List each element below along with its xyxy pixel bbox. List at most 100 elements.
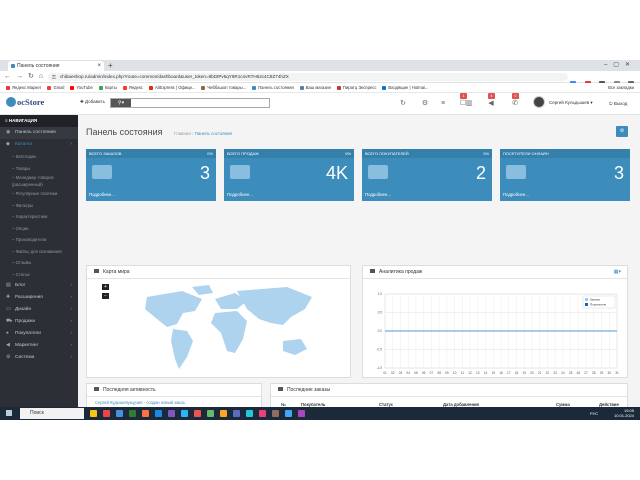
taskbar-app-icon[interactable] [129, 410, 136, 417]
sidebar-item-5[interactable]: – Регулярные платежи [0, 188, 78, 200]
tab-favicon-icon [11, 64, 15, 68]
tile-more-link[interactable]: Подробнее... [365, 192, 391, 197]
windows-start-icon[interactable] [6, 410, 12, 416]
taskbar-app-icon[interactable] [298, 410, 305, 417]
bookmark-item[interactable]: Входящие | Hotmai... [382, 83, 428, 92]
sidebar-item-8[interactable]: – Опции [0, 223, 78, 235]
taskbar-app-icon[interactable] [116, 410, 123, 417]
bookmark-item[interactable]: Ваш магазин [299, 83, 331, 92]
sidebar-item-17[interactable]: ● Покупатели › [0, 328, 78, 340]
user-menu[interactable]: Сергей Кульдышев ▾ [533, 96, 593, 108]
windows-taskbar: Поиск РУС 19:05 10.01.2024 [0, 407, 640, 420]
search-icon[interactable]: ⚲▾ [111, 99, 131, 107]
settings-button[interactable]: ⚙ [616, 126, 628, 137]
taskbar-app-icon[interactable] [90, 410, 97, 417]
list-icon[interactable]: ≡ [438, 99, 448, 109]
breadcrumb-current[interactable]: Панель состояния [195, 131, 232, 136]
bookmark-item[interactable]: Яндекс [122, 83, 143, 92]
bookmark-favicon-icon [122, 85, 127, 90]
sidebar-item-9[interactable]: – Производители [0, 234, 78, 246]
taskbar-app-icon[interactable] [181, 410, 188, 417]
africa[interactable] [211, 311, 247, 353]
sidebar-item-0[interactable]: ◉ Панель состояния [0, 127, 78, 139]
taskbar-app-icon[interactable] [272, 410, 279, 417]
system-clock[interactable]: 19:05 10.01.2024 [614, 408, 634, 418]
taskbar-app-icon[interactable] [220, 410, 227, 417]
breadcrumb-home[interactable]: Главная [174, 131, 191, 136]
x-tick-label: 08 [437, 371, 441, 375]
bookmark-item[interactable]: Пиратц Экспресс [336, 83, 376, 92]
logout-link[interactable]: ⏻ Выход [609, 101, 627, 106]
search-input[interactable]: ⚲▾ [110, 98, 270, 108]
taskbar-app-icon[interactable] [194, 410, 201, 417]
sidebar-item-3[interactable]: – Товары [0, 163, 78, 175]
taskbar-app-icon[interactable] [168, 410, 175, 417]
add-button[interactable]: ✚ Добавить [80, 99, 105, 105]
y-tick-label: -1.0 [377, 366, 383, 370]
sidebar-item-7[interactable]: – Характеристики [0, 211, 78, 223]
refresh-icon[interactable]: ↻ [398, 99, 408, 109]
store-logo[interactable]: ocStore [6, 97, 44, 107]
bookmark-item[interactable]: Панель состояния [252, 83, 294, 92]
sidebar-item-2[interactable]: – Категории [0, 151, 78, 163]
taskbar-app-icon[interactable] [246, 410, 253, 417]
taskbar-app-icon[interactable] [259, 410, 266, 417]
bookmark-item[interactable]: YouTube [70, 83, 93, 92]
stats-icon[interactable]: ▥ [464, 99, 474, 109]
sidebar-item-1[interactable]: ◆ Каталог › [0, 139, 78, 151]
taskbar-app-icon[interactable] [155, 410, 162, 417]
tile-more-link[interactable]: Подробнее... [503, 192, 529, 197]
map-panel-title: Карта мира [103, 269, 130, 275]
bookmark-item[interactable]: Яндекс Маркет [6, 83, 41, 92]
sidebar-item-18[interactable]: ◀ Маркетинг › [0, 340, 78, 352]
bookmark-item[interactable]: Карты [98, 83, 117, 92]
user-icon: ● [6, 331, 9, 336]
puzzle-icon: ✚ [6, 295, 11, 300]
sidebar-item-16[interactable]: ⛟ Продажи › [0, 316, 78, 328]
tile-title: ВСЕГО ПОКУПАТЕЛЕЙ [365, 151, 409, 156]
gear-icon: ⚙ [6, 355, 11, 360]
browser-tab[interactable]: Панель состояния × [8, 61, 104, 71]
taskbar-app-icon[interactable] [103, 410, 110, 417]
sidebar-item-4[interactable]: – Менеджер товаров (расширенный) [0, 174, 78, 188]
world-map[interactable] [87, 279, 352, 379]
taskbar-search-input[interactable]: Поиск [20, 408, 84, 419]
url-input[interactable]: ⚿ chibaeshop.ru/admin/index.php?route=co… [48, 73, 568, 81]
bookmark-item[interactable]: Чиббашоп товары... [201, 83, 246, 92]
phone-icon[interactable]: ✆ 0 [510, 93, 520, 109]
greenland[interactable] [192, 285, 213, 295]
sidebar-item-12[interactable]: – Статьи [0, 269, 78, 281]
close-tab-icon[interactable]: × [97, 61, 101, 71]
taskbar-app-icon[interactable] [142, 410, 149, 417]
gear-icon[interactable]: ⚙ [420, 99, 430, 109]
nav-buttons[interactable]: ←→↻⌂ [4, 71, 48, 83]
taskbar-app-icon[interactable] [233, 410, 240, 417]
sidebar-item-6[interactable]: – Фильтры [0, 200, 78, 212]
taskbar-app-icon[interactable] [207, 410, 214, 417]
sidebar-item-10[interactable]: – Файлы для скачивания [0, 246, 78, 258]
south-america[interactable] [171, 329, 193, 369]
bookmark-label: Ваш магазин [305, 85, 331, 90]
orders-panel-title: Последние заказы [287, 387, 331, 393]
sidebar-item-label: Продажи [15, 319, 36, 324]
sidebar-item-13[interactable]: ▤ Блог › [0, 280, 78, 292]
taskbar-app-icon[interactable] [285, 410, 292, 417]
tile-more-link[interactable]: Подробнее... [89, 192, 115, 197]
window-controls[interactable]: –▢✕ [604, 60, 636, 71]
tile-more-link[interactable]: Подробнее... [227, 192, 253, 197]
sidebar-item-11[interactable]: – Отзывы [0, 257, 78, 269]
sidebar: ≡ НАВИГАЦИЯ ◉ Панель состояния ◆ Каталог › – … [0, 115, 78, 407]
bullhorn-icon[interactable]: ◀ 4 [486, 93, 496, 109]
australia[interactable] [283, 339, 307, 355]
bookmark-item[interactable]: Gmail [47, 83, 64, 92]
calendar-dropdown-icon[interactable]: ▦▾ [614, 266, 621, 279]
bookmark-item[interactable]: AliExpress | Офици... [148, 83, 195, 92]
sidebar-item-15[interactable]: ▭ Дизайн › [0, 304, 78, 316]
other-bookmarks[interactable]: Все закладки [608, 83, 634, 92]
keyboard-language[interactable]: РУС [590, 411, 598, 416]
sidebar-item-14[interactable]: ✚ Расширения › [0, 292, 78, 304]
asia[interactable] [237, 287, 312, 325]
north-america[interactable] [145, 291, 202, 327]
new-tab-icon[interactable]: + [108, 60, 113, 71]
sidebar-item-19[interactable]: ⚙ Система › [0, 352, 78, 364]
